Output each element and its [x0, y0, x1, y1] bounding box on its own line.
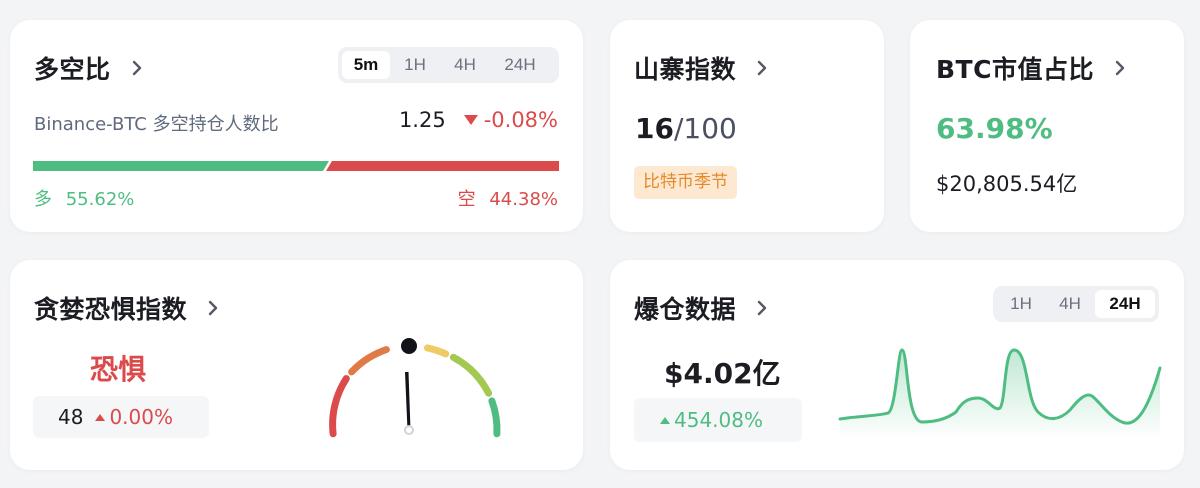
short-bar-segment — [326, 161, 559, 171]
timeframe-1h[interactable]: 1H — [997, 290, 1045, 318]
timeframe-1h[interactable]: 1H — [390, 51, 440, 79]
liquidation-title-text: 爆仓数据 — [634, 295, 737, 324]
triangle-up-icon — [95, 413, 106, 421]
fear-greed-gauge — [329, 338, 501, 438]
long-short-ratio-row: 1.25 -0.08% — [399, 108, 558, 132]
btc-dominance-card: BTC市值占比 63.98% $20,805.54亿 — [910, 20, 1184, 232]
liquidation-change-box: 454.08% — [634, 398, 802, 442]
gauge-segment-fear — [348, 346, 390, 376]
timeframe-24h[interactable]: 24H — [490, 51, 550, 79]
timeframe-24h[interactable]: 24H — [1095, 290, 1155, 318]
long-short-card: 多空比 5m 1H 4H 24H Binance-BTC 多空持仓人数比 1.2… — [10, 20, 583, 232]
altcoin-index-card: 山寨指数 16/100 比特币季节 — [610, 20, 884, 232]
timeframe-5m[interactable]: 5m — [342, 51, 390, 79]
altcoin-index-title-text: 山寨指数 — [634, 55, 737, 84]
long-pct-row: 多 55.62% — [34, 185, 134, 211]
chevron-right-icon — [757, 300, 767, 316]
long-short-pair-label: Binance-BTC 多空持仓人数比 — [34, 114, 279, 135]
gauge-segment-extreme-fear — [329, 375, 350, 438]
btc-dominance-title-text: BTC市值占比 — [936, 55, 1094, 84]
long-pct: 55.62% — [65, 189, 135, 210]
liquidation-change: 454.08% — [674, 408, 763, 432]
fear-greed-value-box: 48 0.00% — [33, 396, 209, 438]
gauge-needle-pivot — [404, 425, 414, 435]
liquidation-card: 爆仓数据 1H 4H 24H $4.02亿 454.08% — [610, 260, 1184, 470]
sparkline-area — [840, 350, 1160, 440]
long-bar-segment — [33, 161, 329, 171]
gauge-needle — [405, 372, 411, 430]
fear-greed-status: 恐惧 — [90, 353, 147, 386]
liquidation-sparkline — [838, 348, 1162, 440]
short-label: 空 — [457, 189, 476, 210]
long-short-bar — [33, 161, 559, 171]
liquidation-amount: $4.02亿 — [664, 357, 781, 390]
chevron-right-icon — [208, 300, 218, 316]
long-short-ratio: 1.25 — [398, 108, 446, 132]
btc-dominance-title[interactable]: BTC市值占比 — [936, 50, 1128, 86]
btc-dominance-pct: 63.98% — [936, 112, 1053, 145]
altcoin-season-badge: 比特币季节 — [634, 166, 737, 199]
fear-greed-card: 贪婪恐惧指数 恐惧 48 0.00% — [10, 260, 583, 470]
long-short-change: -0.08% — [483, 108, 558, 132]
altcoin-index-value: 16 — [635, 112, 674, 145]
fear-greed-value: 48 — [58, 405, 84, 429]
triangle-up-icon — [660, 416, 670, 424]
fear-greed-title[interactable]: 贪婪恐惧指数 — [34, 290, 221, 326]
short-pct: 44.38% — [489, 189, 558, 210]
fear-greed-title-text: 贪婪恐惧指数 — [34, 295, 188, 324]
altcoin-index-max: /100 — [673, 112, 737, 145]
gauge-segment-greed — [449, 353, 493, 397]
fear-greed-change: 0.00% — [109, 405, 173, 429]
short-pct-row: 空 44.38% — [458, 185, 558, 211]
altcoin-index-value-row: 16/100 — [635, 112, 737, 145]
chevron-right-icon — [1115, 60, 1125, 76]
liquidation-timeframe-selector: 1H 4H 24H — [993, 286, 1159, 322]
timeframe-4h[interactable]: 4H — [1045, 290, 1095, 318]
timeframe-4h[interactable]: 4H — [440, 51, 490, 79]
liquidation-title[interactable]: 爆仓数据 — [634, 290, 770, 326]
altcoin-index-title[interactable]: 山寨指数 — [634, 50, 770, 86]
chevron-right-icon — [132, 60, 141, 76]
gauge-segment-extreme-greed — [488, 397, 501, 438]
triangle-down-icon — [463, 115, 478, 125]
gauge-segment-neutral — [423, 344, 450, 358]
long-short-timeframe-selector: 5m 1H 4H 24H — [338, 47, 559, 83]
gauge-current-marker — [401, 338, 417, 354]
long-short-title[interactable]: 多空比 — [34, 50, 145, 86]
btc-market-cap: $20,805.54亿 — [936, 172, 1078, 196]
chevron-right-icon — [757, 60, 767, 76]
long-label: 多 — [34, 189, 52, 210]
long-short-title-text: 多空比 — [34, 55, 111, 84]
